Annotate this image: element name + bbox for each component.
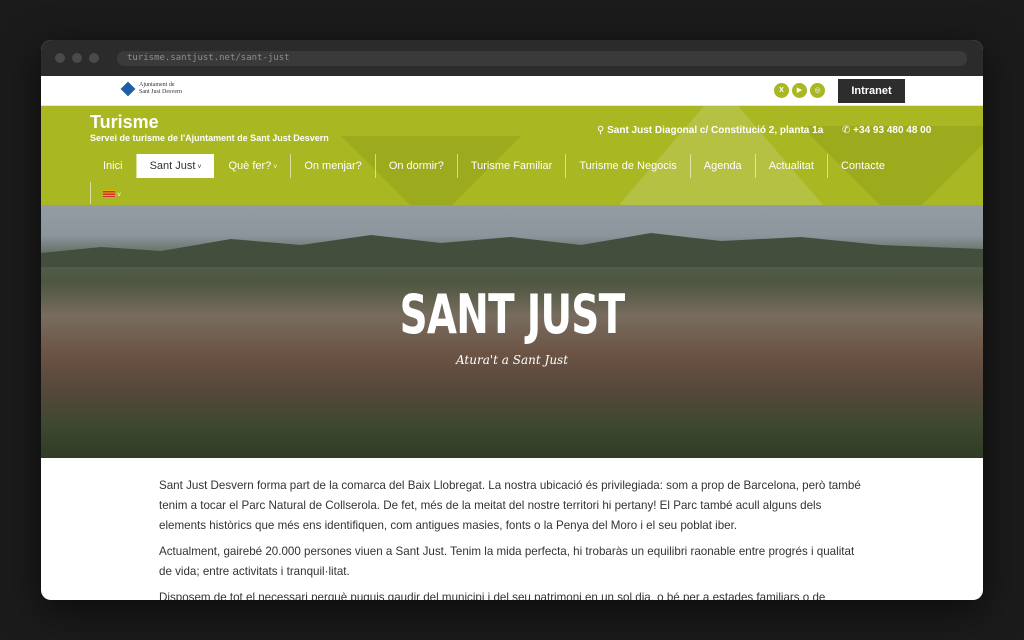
intro-paragraph-3: Disposem de tot el necessari perquè pugu… — [159, 591, 826, 600]
instagram-icon[interactable]: ◎ — [810, 83, 825, 98]
address-text: Sant Just Diagonal c/ Constitució 2, pla… — [607, 125, 824, 136]
phone[interactable]: ✆ +34 93 480 48 00 — [842, 125, 931, 136]
intro-paragraph-1: Sant Just Desvern forma part de la comar… — [159, 479, 861, 532]
intranet-button[interactable]: Intranet — [838, 79, 905, 103]
address-bar[interactable]: turisme.santjust.net/sant-just — [117, 51, 967, 66]
nav-que-fer-label: Què fer? — [228, 160, 272, 172]
chevron-down-icon: ˅ — [195, 164, 202, 171]
social-links: X ▶ ◎ — [774, 83, 825, 98]
top-bar: Ajuntament de Sant Just Desvern X ▶ ◎ In… — [41, 76, 983, 106]
ajuntament-logo[interactable]: Ajuntament de Sant Just Desvern — [120, 81, 182, 97]
nav-agenda[interactable]: Agenda — [691, 154, 756, 178]
location-pin-icon: ⚲ — [597, 125, 605, 136]
nav-que-fer[interactable]: Què fer? ˅ — [215, 154, 292, 178]
hero-tagline: Atura't a Sant Just — [455, 353, 569, 367]
hero-banner: SANT JUST Atura't a Sant Just — [41, 205, 983, 458]
nav-actualitat[interactable]: Actualitat — [756, 154, 828, 178]
browser-window: turisme.santjust.net/sant-just Ajuntamen… — [41, 40, 983, 600]
address[interactable]: ⚲ Sant Just Diagonal c/ Constitució 2, p… — [597, 125, 823, 136]
nav-on-menjar[interactable]: On menjar? — [291, 154, 376, 178]
window-maximize-dot[interactable] — [89, 53, 99, 63]
nav-turisme-familiar[interactable]: Turisme Familiar — [458, 154, 567, 178]
window-close-dot[interactable] — [55, 53, 65, 63]
phone-text: +34 93 480 48 00 — [853, 125, 932, 136]
catalan-flag-icon — [103, 190, 115, 197]
language-selector[interactable]: ˅ — [90, 182, 121, 204]
logo-line1: Ajuntament de — [139, 82, 175, 88]
site-title[interactable]: Turisme — [90, 112, 159, 133]
nav-on-dormir[interactable]: On dormir? — [376, 154, 458, 178]
intro-paragraph-2: Actualment, gairebé 20.000 persones viue… — [159, 545, 855, 578]
window-minimize-dot[interactable] — [72, 53, 82, 63]
browser-chrome: turisme.santjust.net/sant-just — [41, 40, 983, 76]
logo-line2: Sant Just Desvern — [139, 89, 182, 95]
site-header: Turisme Servei de turisme de l'Ajuntamen… — [41, 106, 983, 205]
phone-icon: ✆ — [842, 125, 851, 136]
nav-turisme-negocis[interactable]: Turisme de Negocis — [566, 154, 691, 178]
nav-sant-just[interactable]: Sant Just ˅ — [136, 154, 215, 178]
hero-title: SANT JUST — [399, 283, 625, 346]
youtube-icon[interactable]: ▶ — [792, 83, 807, 98]
nav-sant-just-label: Sant Just — [149, 160, 196, 172]
chevron-down-icon: ˅ — [271, 164, 278, 171]
chevron-down-icon: ˅ — [115, 192, 122, 199]
x-icon[interactable]: X — [774, 83, 789, 98]
main-nav: Inici Sant Just ˅ Què fer? ˅ On menjar? … — [90, 154, 898, 178]
logo-emblem-icon — [120, 81, 136, 97]
nav-contacte[interactable]: Contacte — [828, 154, 898, 178]
nav-inici[interactable]: Inici — [90, 154, 137, 178]
site-subtitle: Servei de turisme de l'Ajuntament de San… — [90, 133, 329, 143]
